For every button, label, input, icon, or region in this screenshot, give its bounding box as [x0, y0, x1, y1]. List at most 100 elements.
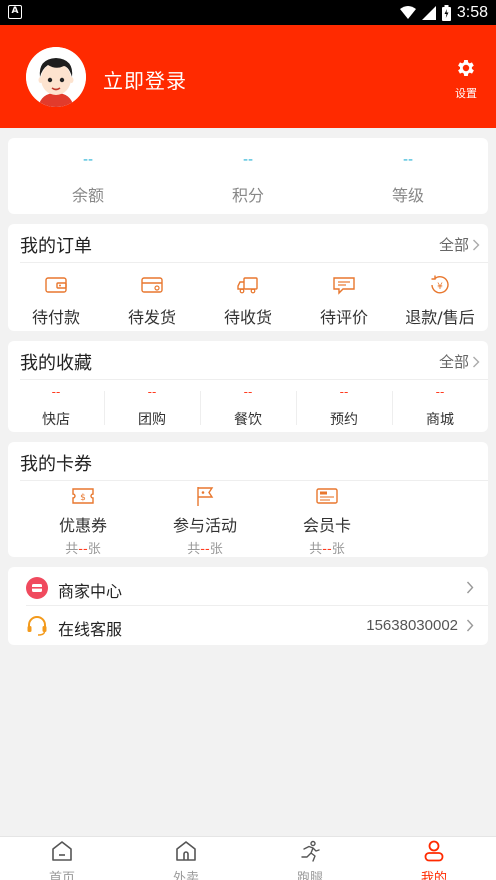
- online-support-link[interactable]: 在线客服 15638030002: [8, 607, 488, 645]
- card-box-icon: [141, 277, 163, 293]
- tab-label: 首页: [48, 871, 75, 880]
- settings-button[interactable]: 设置: [452, 57, 480, 101]
- coupon-icon: $: [72, 488, 94, 504]
- orders-title: 我的订单: [20, 236, 92, 257]
- comment-icon: [333, 277, 355, 295]
- chevron-right-icon: [466, 619, 474, 632]
- favorites-title: 我的收藏: [20, 353, 92, 374]
- chevron-right-icon: [473, 239, 480, 250]
- order-pending-payment[interactable]: 待付款: [8, 272, 104, 328]
- divider: [26, 605, 488, 606]
- fav-mall[interactable]: -- 商城: [392, 385, 488, 429]
- order-pending-receipt[interactable]: 待收货: [200, 272, 296, 328]
- clock: 3:58: [456, 3, 488, 21]
- flag-icon: [197, 487, 214, 506]
- headset-icon: [27, 616, 47, 636]
- status-bar: A 3:58: [0, 0, 496, 25]
- user-icon: [424, 840, 444, 862]
- tab-home[interactable]: 首页: [0, 837, 124, 880]
- fav-count: --: [147, 385, 157, 399]
- divider: [20, 379, 488, 380]
- orders-view-all-link[interactable]: 全部: [439, 234, 480, 255]
- login-link[interactable]: 立即登录: [103, 65, 187, 94]
- coupon-item-coupons[interactable]: $ 优惠券 共--张: [26, 484, 140, 557]
- svg-text:$: $: [80, 493, 86, 503]
- coupon-count: 共--张: [309, 542, 345, 557]
- stat-label: 余额: [71, 186, 104, 205]
- link-label: 在线客服: [58, 620, 123, 639]
- fav-label: 预约: [330, 412, 358, 428]
- favorites-view-all-link[interactable]: 全部: [439, 351, 480, 372]
- truck-icon: [237, 277, 258, 294]
- my-favorites-card: 我的收藏 全部 -- 快店 -- 团购 -- 餐饮 -- 预约 -- 商城: [8, 341, 488, 432]
- coupon-item-member-card[interactable]: 会员卡 共--张: [270, 484, 384, 557]
- fav-dining[interactable]: -- 餐饮: [200, 385, 296, 429]
- gear-icon: [458, 60, 474, 76]
- coupon-label: 会员卡: [302, 516, 351, 535]
- favorites-row: -- 快店 -- 团购 -- 餐饮 -- 预约 -- 商城: [8, 385, 488, 429]
- avatar-face-icon: [26, 47, 86, 107]
- avatar[interactable]: [26, 47, 86, 107]
- order-item-label: 待付款: [31, 308, 80, 327]
- service-links-card: 商家中心 在线客服 15638030002: [8, 567, 488, 645]
- my-orders-card: 我的订单 全部 待付款 待发货 待收货 待评价 ¥ 退款/售后: [8, 224, 488, 331]
- merchant-center-link[interactable]: 商家中心: [8, 569, 488, 607]
- stat-balance[interactable]: -- 余额: [8, 138, 168, 214]
- account-stats-card: -- 余额 -- 积分 -- 等级: [8, 138, 488, 214]
- order-item-label: 待发货: [127, 308, 176, 327]
- stat-label: 积分: [231, 186, 264, 205]
- coupons-title: 我的卡券: [20, 454, 92, 475]
- runner-icon: [301, 840, 320, 862]
- takeout-icon: [176, 841, 196, 861]
- divider: [20, 262, 488, 263]
- view-all-label: 全部: [438, 353, 469, 371]
- store-icon: [26, 577, 48, 599]
- stat-value: --: [402, 152, 414, 168]
- tab-mine[interactable]: 我的: [372, 837, 496, 880]
- member-card-icon: [316, 488, 338, 504]
- fav-group-buy[interactable]: -- 团购: [104, 385, 200, 429]
- home-icon: [52, 841, 72, 861]
- order-pending-review[interactable]: 待评价: [296, 272, 392, 328]
- fav-quick-store[interactable]: -- 快店: [8, 385, 104, 429]
- fav-count: --: [435, 385, 445, 399]
- profile-header: 立即登录 设置: [0, 25, 496, 128]
- tab-label: 我的: [420, 871, 447, 880]
- fav-count: --: [339, 385, 349, 399]
- order-status-row: 待付款 待发货 待收货 待评价 ¥ 退款/售后: [8, 272, 488, 328]
- tab-label: 跑腿: [296, 871, 323, 880]
- coupon-label: 优惠券: [58, 516, 107, 535]
- support-phone: 15638030002: [366, 617, 458, 634]
- stat-points[interactable]: -- 积分: [168, 138, 328, 214]
- stat-level[interactable]: -- 等级: [328, 138, 488, 214]
- fav-label: 商城: [426, 412, 454, 428]
- chevron-right-icon: [473, 356, 480, 367]
- my-coupons-card: 我的卡券 $ 优惠券 共--张 参与活动 共--张 会员卡 共--张: [8, 442, 488, 557]
- view-all-label: 全部: [438, 236, 469, 254]
- fav-count: --: [51, 385, 61, 399]
- notification-icon: A: [8, 5, 22, 19]
- chevron-right-icon: [466, 581, 474, 594]
- fav-label: 餐饮: [234, 412, 262, 428]
- divider: [20, 480, 488, 481]
- tab-takeout[interactable]: 外卖: [124, 837, 248, 880]
- svg-text:¥: ¥: [437, 282, 443, 292]
- stat-value: --: [242, 152, 254, 168]
- order-pending-shipment[interactable]: 待发货: [104, 272, 200, 328]
- stat-label: 等级: [391, 186, 424, 205]
- link-label: 商家中心: [58, 582, 123, 601]
- fav-booking[interactable]: -- 预约: [296, 385, 392, 429]
- stat-value: --: [82, 152, 94, 168]
- coupon-count: 共--张: [187, 542, 223, 557]
- coupon-item-activities[interactable]: 参与活动 共--张: [148, 484, 262, 557]
- fav-label: 快店: [42, 412, 70, 428]
- order-item-label: 待评价: [319, 308, 368, 327]
- signal-icon: [421, 5, 436, 20]
- order-refund-aftersale[interactable]: ¥ 退款/售后: [392, 272, 488, 328]
- bottom-tab-bar: 首页 外卖 跑腿 我的: [0, 836, 496, 880]
- coupon-label: 参与活动: [172, 516, 237, 535]
- coupon-count: 共--张: [65, 542, 101, 557]
- tab-errand[interactable]: 跑腿: [248, 837, 372, 880]
- battery-icon: [441, 4, 451, 21]
- fav-count: --: [243, 385, 253, 399]
